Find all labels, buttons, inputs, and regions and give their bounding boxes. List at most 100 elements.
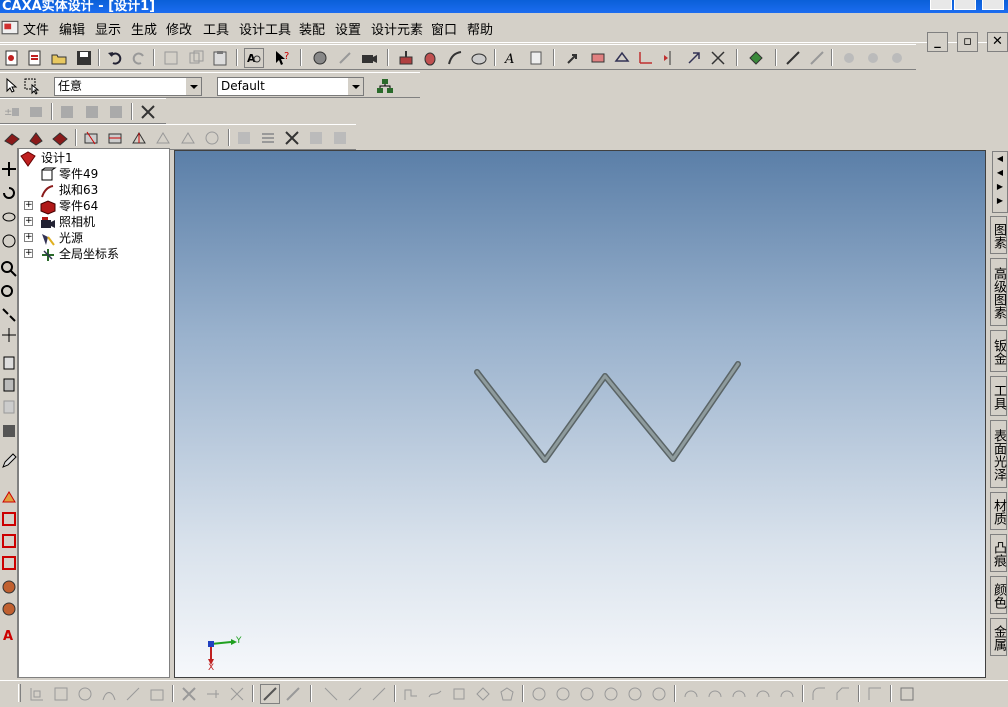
look-at-icon[interactable] xyxy=(0,326,16,342)
sketch-tangent-icon[interactable] xyxy=(346,685,364,703)
sketch-stack-icon[interactable] xyxy=(148,685,166,703)
expand-icon[interactable]: + xyxy=(24,249,33,258)
sketch-line-icon[interactable] xyxy=(322,685,340,703)
smartsnap-icon[interactable] xyxy=(311,49,329,67)
undo-icon[interactable] xyxy=(106,49,124,67)
sketch-offset-icon[interactable] xyxy=(866,685,884,703)
extrude-icon[interactable] xyxy=(397,49,415,67)
chevron-down-icon[interactable] xyxy=(347,78,363,95)
sweep-icon[interactable] xyxy=(446,49,464,67)
boolean-icon-1[interactable] xyxy=(235,129,253,147)
view-icon-3[interactable] xyxy=(0,422,16,438)
fit-icon[interactable] xyxy=(0,306,16,322)
sketch-mode-icon[interactable] xyxy=(260,684,280,704)
sketch-chamfer-icon[interactable] xyxy=(834,685,852,703)
sketch-arc5-icon[interactable] xyxy=(778,685,796,703)
sketch-polygon-icon[interactable] xyxy=(498,685,516,703)
orbit-icon[interactable] xyxy=(0,208,16,224)
expand-icon[interactable]: + xyxy=(24,201,33,210)
zoom-window-icon[interactable] xyxy=(0,284,16,300)
tab-surface-finish[interactable]: 表面光泽 xyxy=(990,420,1007,488)
select-box-icon[interactable] xyxy=(23,77,41,95)
camera-icon[interactable] xyxy=(360,49,378,67)
sketch-circle3-icon[interactable] xyxy=(578,685,596,703)
boolean-icon-5[interactable] xyxy=(331,129,349,147)
sketch-fillet-icon[interactable] xyxy=(810,685,828,703)
boolean-icon-3[interactable] xyxy=(283,129,301,147)
pencil-icon[interactable] xyxy=(0,452,17,468)
expand-icon[interactable]: + xyxy=(24,217,33,226)
menu-file[interactable]: 文件 xyxy=(23,19,49,38)
part-icon[interactable] xyxy=(27,103,45,121)
spin-icon[interactable] xyxy=(0,232,16,248)
pan-icon[interactable] xyxy=(0,160,16,176)
sketch-snap-icon[interactable] xyxy=(284,685,302,703)
render-icon-2[interactable] xyxy=(0,510,16,526)
menu-view[interactable]: 显示 xyxy=(95,19,121,38)
mdi-close-button[interactable]: ✕ xyxy=(987,32,1008,52)
sketch-arc3-icon[interactable] xyxy=(730,685,748,703)
tab-tools[interactable]: 工具 xyxy=(990,376,1007,416)
measure-icon[interactable] xyxy=(784,49,802,67)
style-filter-select[interactable]: Default xyxy=(217,77,364,96)
sketch-trim-icon[interactable] xyxy=(124,685,142,703)
sketch-project-icon[interactable] xyxy=(898,685,916,703)
sphere-icon-1[interactable] xyxy=(0,578,16,594)
save-icon[interactable] xyxy=(75,49,93,67)
solid-icon-3[interactable] xyxy=(107,103,125,121)
solid-icon-2[interactable] xyxy=(83,103,101,121)
cut-icon[interactable] xyxy=(162,49,180,67)
menu-modify[interactable]: 修改 xyxy=(166,19,192,38)
tab-advanced-primitives[interactable]: 高级图素 xyxy=(990,258,1007,326)
menu-window[interactable]: 窗口 xyxy=(431,19,457,38)
chamfer-icon[interactable] xyxy=(51,129,69,147)
minimize-button[interactable] xyxy=(930,0,952,10)
rotate-icon[interactable] xyxy=(0,184,16,200)
menu-assembly[interactable]: 装配 xyxy=(299,19,325,38)
render-icon-3[interactable] xyxy=(0,532,16,548)
shell-icon[interactable] xyxy=(3,129,21,147)
measure-angle-icon[interactable] xyxy=(808,49,826,67)
scale-icon[interactable] xyxy=(709,49,727,67)
new-drawing-icon[interactable] xyxy=(26,49,44,67)
light-icon[interactable] xyxy=(336,49,354,67)
tools-icon[interactable] xyxy=(139,103,157,121)
tab-metal[interactable]: 金属 xyxy=(990,618,1007,656)
sphere-icon-2[interactable] xyxy=(0,600,16,616)
sketch-circle6-icon[interactable] xyxy=(650,685,668,703)
zoom-icon[interactable] xyxy=(0,260,17,277)
new-icon[interactable] xyxy=(3,49,21,67)
tab-color[interactable]: 颜色 xyxy=(990,576,1007,614)
face-replace-icon[interactable] xyxy=(179,129,197,147)
sketch-rotate-icon[interactable] xyxy=(76,685,94,703)
sketch-circle2-icon[interactable] xyxy=(554,685,572,703)
sketch-spline-icon[interactable] xyxy=(426,685,444,703)
solid-icon-1[interactable] xyxy=(58,103,76,121)
sketch-curve-icon[interactable] xyxy=(100,685,118,703)
axis-icon[interactable] xyxy=(637,49,655,67)
view-icon-2[interactable] xyxy=(0,398,16,414)
sketch-icon[interactable] xyxy=(527,49,545,67)
sketch-delete-icon[interactable] xyxy=(180,685,198,703)
face-delete-icon[interactable] xyxy=(203,129,221,147)
menu-help[interactable]: 帮助 xyxy=(467,19,493,38)
maximize-button[interactable] xyxy=(954,0,976,10)
expand-icon[interactable]: + xyxy=(24,233,33,242)
sketch-arc4-icon[interactable] xyxy=(754,685,772,703)
plane-icon[interactable] xyxy=(613,49,631,67)
sketch-circle-icon[interactable] xyxy=(530,685,548,703)
view-icon-1[interactable] xyxy=(0,376,16,392)
find-icon[interactable]: A xyxy=(244,48,264,68)
hierarchy-icon[interactable] xyxy=(376,77,394,95)
mdi-restore-button[interactable]: ▫ xyxy=(957,32,978,52)
render-icon-4[interactable] xyxy=(0,554,16,570)
sketch-extend-icon[interactable] xyxy=(204,685,222,703)
app-icon[interactable] xyxy=(1,18,19,35)
boolean-icon-2[interactable] xyxy=(259,129,277,147)
add-icon[interactable]: ± xyxy=(3,103,21,121)
fillet-icon[interactable] xyxy=(27,129,45,147)
chevron-down-icon[interactable] xyxy=(185,78,201,95)
sketch-arc2-icon[interactable] xyxy=(706,685,724,703)
sketch-cross-icon[interactable] xyxy=(228,685,246,703)
tab-scroll-buttons[interactable]: ◀ ◀ ▶ ▶ xyxy=(992,151,1008,213)
